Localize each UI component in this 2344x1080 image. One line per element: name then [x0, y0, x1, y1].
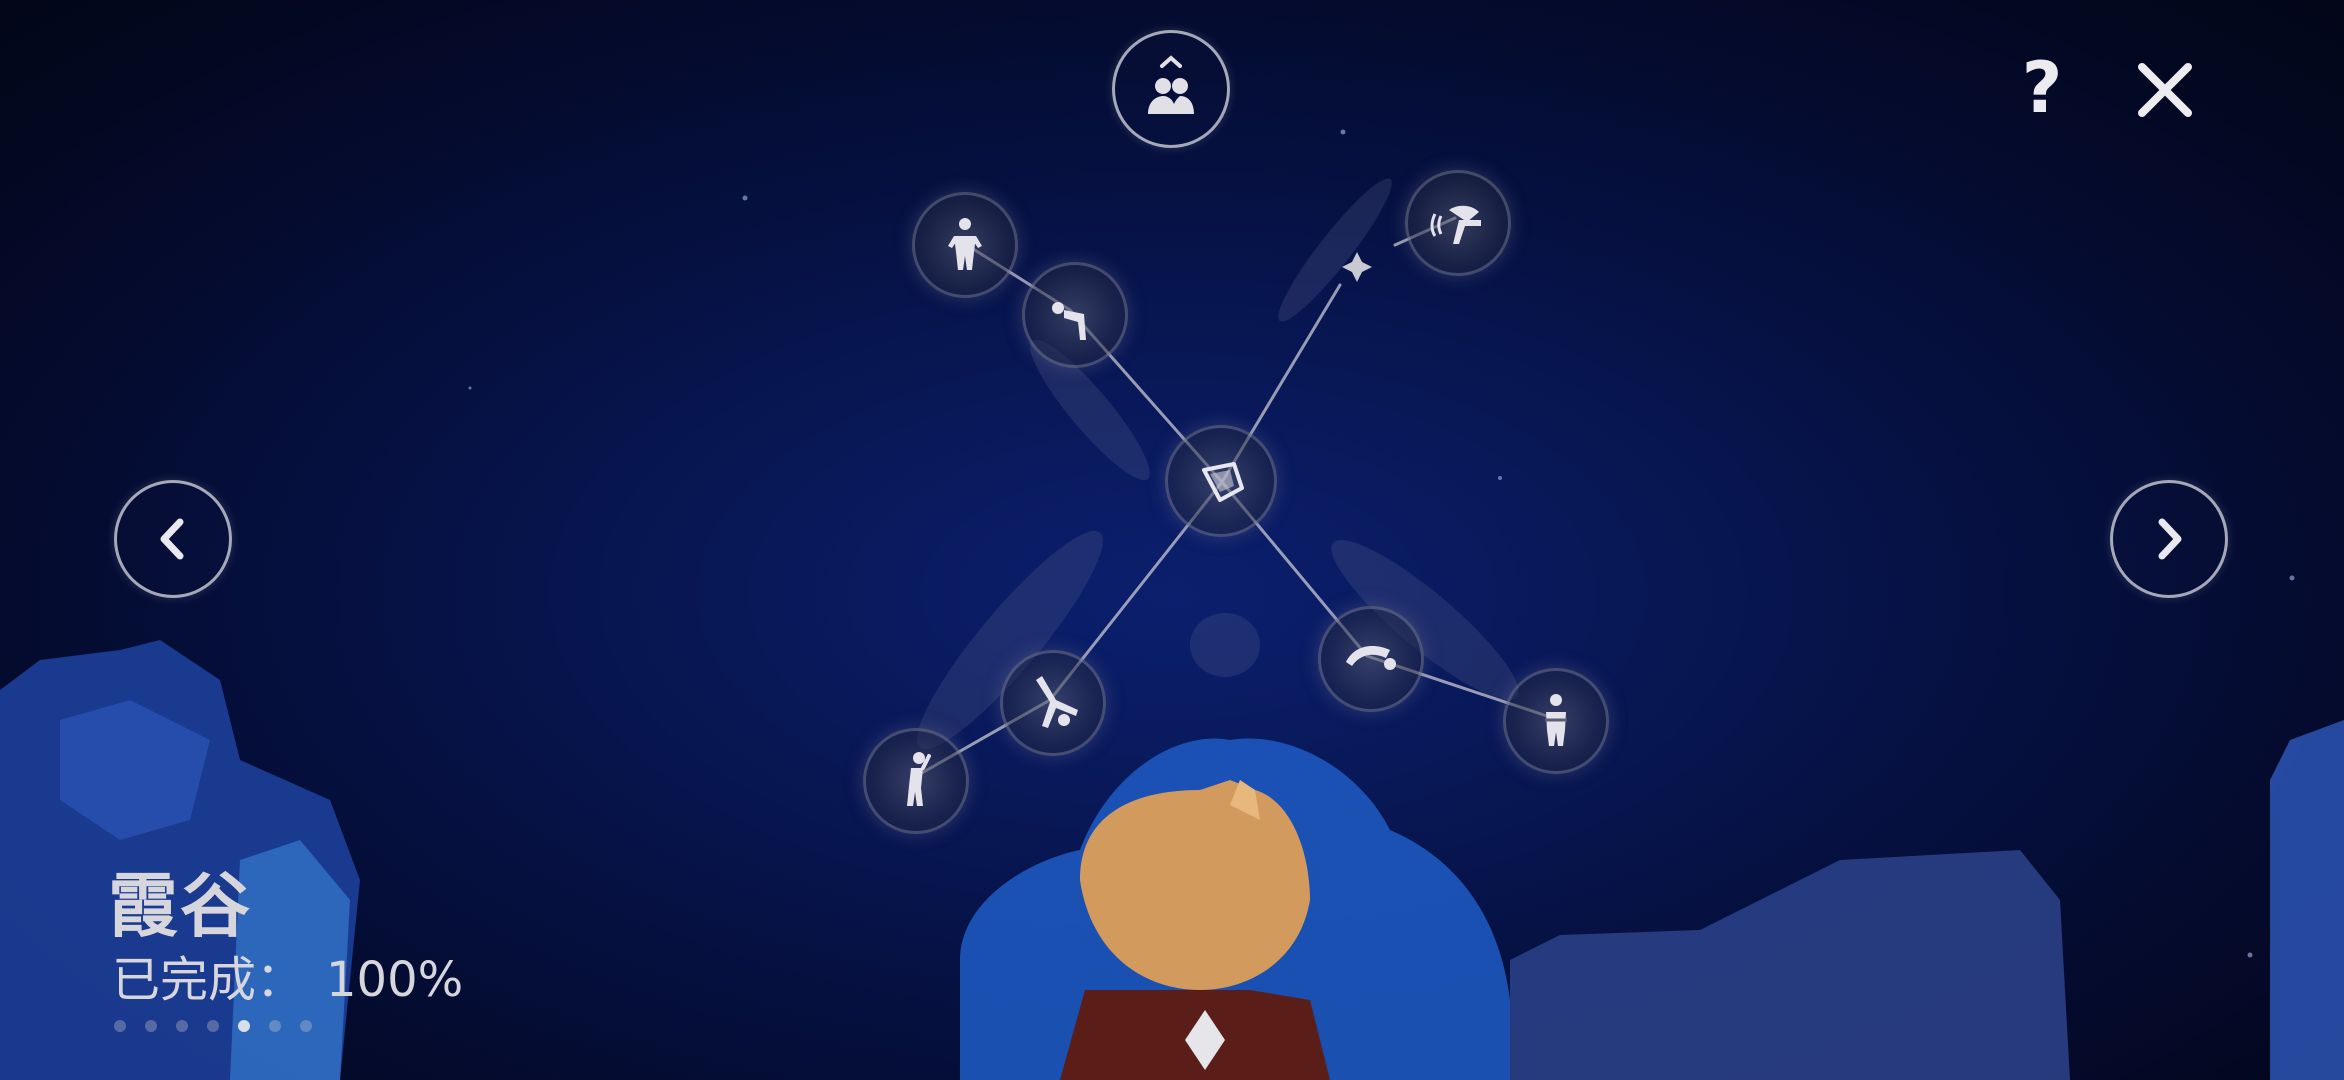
diving-person-icon: [1346, 646, 1396, 670]
friends-button[interactable]: [1112, 30, 1230, 148]
completion-label: 已完成：: [112, 952, 305, 1008]
page-dot: [145, 1020, 157, 1032]
emote-node-bow[interactable]: [1022, 262, 1128, 368]
page-dot: [176, 1020, 188, 1032]
page-dot: [269, 1020, 281, 1032]
area-title: 霞谷: [108, 865, 252, 947]
friends-expand-icon: [1148, 55, 1194, 114]
sparkle-star: [1342, 252, 1372, 282]
completion-status: 已完成： 100%: [112, 940, 463, 1010]
wave-gesture-icon: [1430, 205, 1481, 244]
constellation-lines: [911, 216, 1555, 780]
completion-percent: 100%: [326, 952, 464, 1008]
chevron-left-icon: [160, 518, 184, 560]
arms-crossed-person-icon: [1545, 694, 1567, 746]
previous-page-button[interactable]: [114, 480, 232, 598]
close-icon: [2138, 63, 2192, 117]
help-button[interactable]: ?: [2016, 48, 2068, 128]
emote-node-wave[interactable]: [1405, 170, 1511, 276]
stretching-person-icon: [907, 752, 931, 806]
next-page-button[interactable]: [2110, 480, 2228, 598]
standing-person-icon: [948, 218, 982, 270]
page-dot: [207, 1020, 219, 1032]
emote-node-stretch[interactable]: [863, 728, 969, 834]
page-indicator: [114, 1020, 312, 1032]
emote-node-arms-crossed[interactable]: [1503, 668, 1609, 774]
spirit-center-shield[interactable]: [1165, 425, 1277, 537]
shield-emote-icon: [1202, 462, 1244, 502]
cartwheel-person-icon: [1036, 676, 1078, 728]
emote-node-dive[interactable]: [1318, 606, 1424, 712]
close-button[interactable]: [2130, 55, 2200, 125]
page-dot-active: [238, 1020, 250, 1032]
bowing-person-icon: [1052, 302, 1086, 340]
emote-node-stand[interactable]: [912, 192, 1018, 298]
chevron-right-icon: [2158, 518, 2182, 560]
emote-node-cartwheel[interactable]: [1000, 650, 1106, 756]
page-dot: [300, 1020, 312, 1032]
page-dot: [114, 1020, 126, 1032]
